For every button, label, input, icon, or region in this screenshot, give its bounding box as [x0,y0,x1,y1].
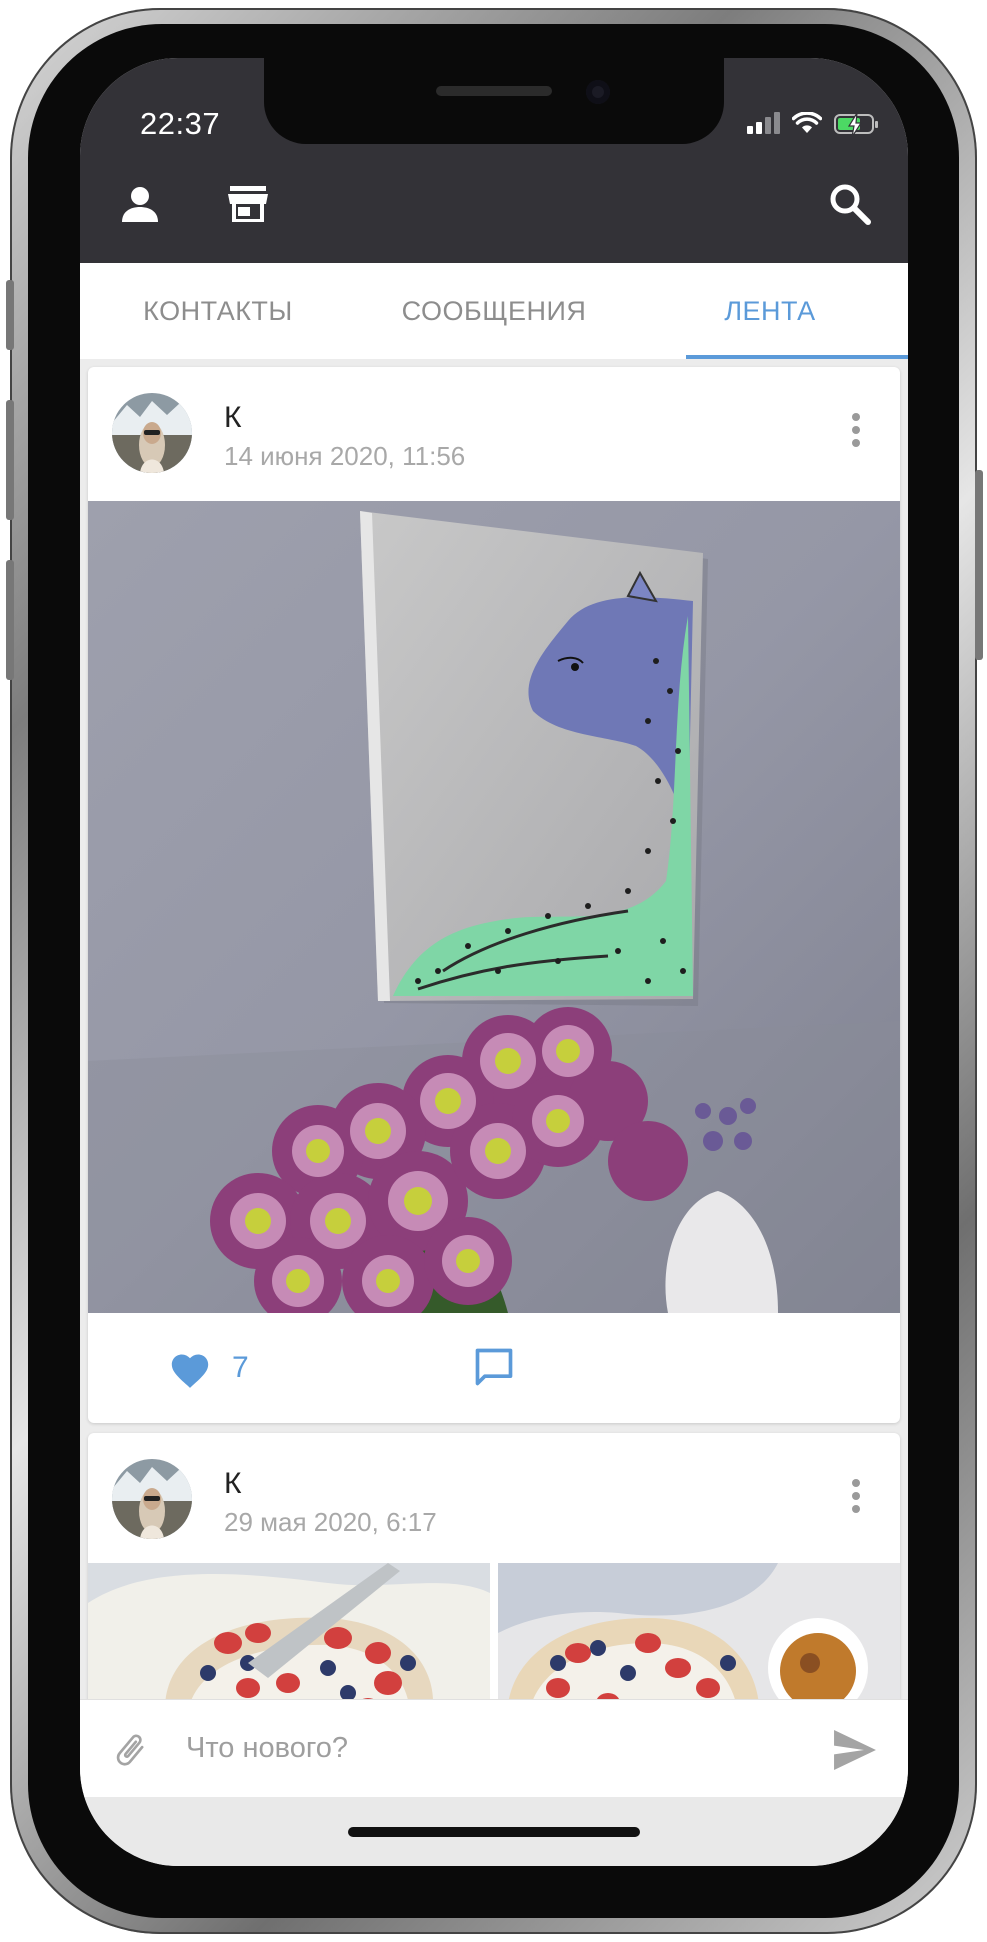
post-photo-right[interactable] [498,1563,900,1699]
more-options-icon[interactable] [852,1479,860,1519]
avatar[interactable] [112,1459,192,1539]
feed-list[interactable]: К 14 июня 2020, 11:56 7 К 29 мая 2020, 6… [80,359,908,1699]
battery-charging-icon [834,113,878,137]
front-camera [586,80,610,104]
status-time: 22:37 [140,106,221,141]
search-icon[interactable] [826,180,874,228]
like-count: 7 [232,1351,249,1384]
wifi-icon [792,112,822,133]
home-indicator[interactable] [348,1827,640,1837]
send-icon[interactable] [832,1730,878,1770]
post-card: К 14 июня 2020, 11:56 7 [88,367,900,1423]
app-screen: 22:37 КОНТАКТЫ СООБЩЕНИЯ ЛЕНТА К 14 июня… [80,58,908,1866]
attach-icon[interactable] [110,1730,150,1770]
volume-up-button [6,400,14,520]
post-photo[interactable] [88,501,900,1313]
cellular-signal-icon [747,110,780,134]
tab-messages[interactable]: СООБЩЕНИЯ [356,263,632,359]
volume-down-button [6,560,14,680]
status-icons [747,110,878,137]
more-options-icon[interactable] [852,413,860,453]
device-notch [264,58,724,144]
speaker-grille [436,86,552,96]
power-button [975,470,983,660]
post-date: 14 июня 2020, 11:56 [224,441,466,471]
post-author[interactable]: К [224,1467,241,1501]
post-card: К 29 мая 2020, 6:17 [88,1433,900,1699]
comment-icon[interactable] [472,1345,516,1389]
tab-contacts[interactable]: КОНТАКТЫ [80,263,356,359]
silent-switch [6,280,14,350]
tab-feed[interactable]: ЛЕНТА [632,263,908,359]
post-author[interactable]: К [224,401,241,435]
new-post-input[interactable]: Что нового? [186,1732,348,1765]
post-date: 29 мая 2020, 6:17 [224,1507,437,1537]
person-icon[interactable] [116,180,164,228]
post-photo-left[interactable] [88,1563,490,1699]
home-area [80,1797,908,1866]
tab-bar: КОНТАКТЫ СООБЩЕНИЯ ЛЕНТА [80,263,908,360]
heart-icon[interactable] [168,1349,212,1389]
post-composer: Что нового? [80,1699,908,1798]
post-actions: 7 [88,1313,900,1423]
avatar[interactable] [112,393,192,473]
store-icon[interactable] [224,180,272,228]
